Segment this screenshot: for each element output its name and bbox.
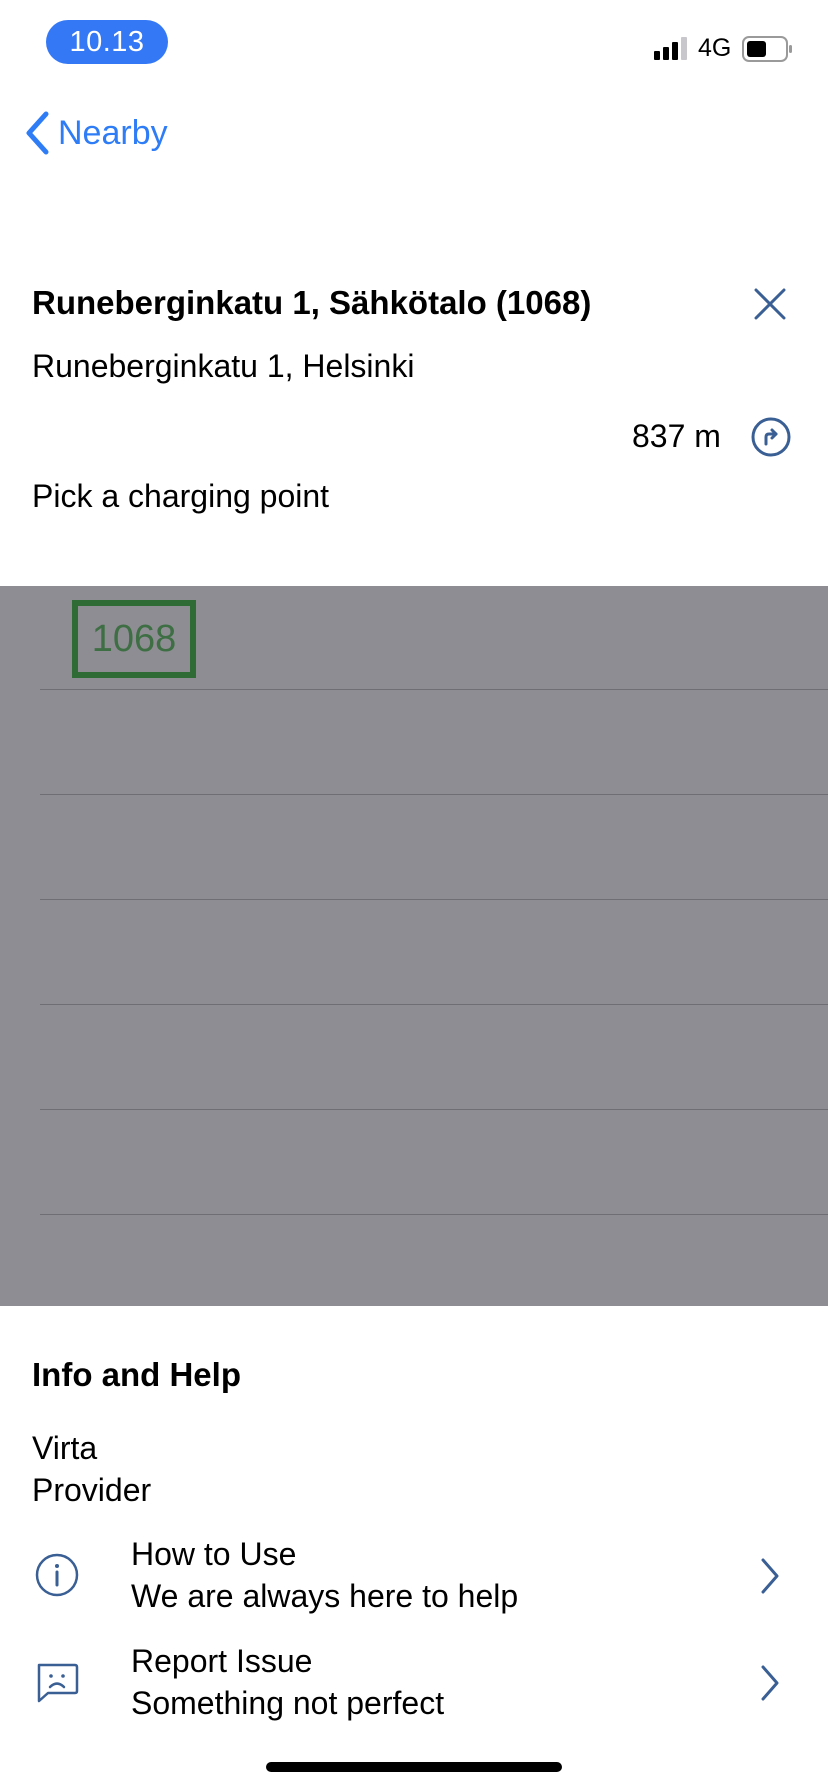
back-label: Nearby bbox=[58, 113, 168, 152]
chevron-right-icon bbox=[761, 1665, 779, 1701]
info-icon bbox=[35, 1553, 79, 1597]
list-divider bbox=[40, 794, 828, 795]
list-divider bbox=[40, 899, 828, 900]
status-time: 10.13 bbox=[46, 20, 168, 64]
list-divider bbox=[40, 1109, 828, 1110]
close-icon[interactable] bbox=[752, 286, 788, 322]
home-indicator[interactable] bbox=[266, 1762, 562, 1772]
list-divider bbox=[40, 689, 828, 690]
how-to-use-title: How to Use bbox=[131, 1536, 297, 1572]
provider-name: Virta bbox=[32, 1430, 98, 1466]
distance-label: 837 m bbox=[632, 418, 721, 454]
chevron-right-icon bbox=[761, 1558, 779, 1594]
how-to-use-subtitle: We are always here to help bbox=[131, 1578, 519, 1614]
report-issue-row[interactable]: Report Issue Something not perfect bbox=[0, 1637, 828, 1733]
directions-icon[interactable] bbox=[750, 416, 792, 458]
cellular-signal-icon bbox=[654, 37, 687, 60]
chevron-left-icon bbox=[26, 111, 49, 155]
provider-label: Provider bbox=[32, 1472, 152, 1508]
list-divider bbox=[40, 1214, 828, 1215]
battery-icon bbox=[742, 36, 792, 62]
pick-charging-point-label: Pick a charging point bbox=[32, 478, 330, 514]
network-type: 4G bbox=[698, 34, 732, 62]
location-title: Runeberginkatu 1, Sähkötalo (1068) bbox=[32, 284, 592, 321]
sad-chat-icon bbox=[37, 1663, 79, 1703]
report-issue-subtitle: Something not perfect bbox=[131, 1685, 445, 1721]
charging-point-1068[interactable]: 1068 bbox=[72, 600, 196, 678]
back-button[interactable]: Nearby bbox=[24, 108, 168, 158]
charging-point-list: 1068 bbox=[0, 586, 828, 1306]
report-issue-title: Report Issue bbox=[131, 1643, 313, 1679]
info-heading: Info and Help bbox=[32, 1356, 241, 1393]
list-divider bbox=[40, 1004, 828, 1005]
location-address: Runeberginkatu 1, Helsinki bbox=[32, 348, 415, 384]
how-to-use-row[interactable]: How to Use We are always here to help bbox=[0, 1530, 828, 1626]
